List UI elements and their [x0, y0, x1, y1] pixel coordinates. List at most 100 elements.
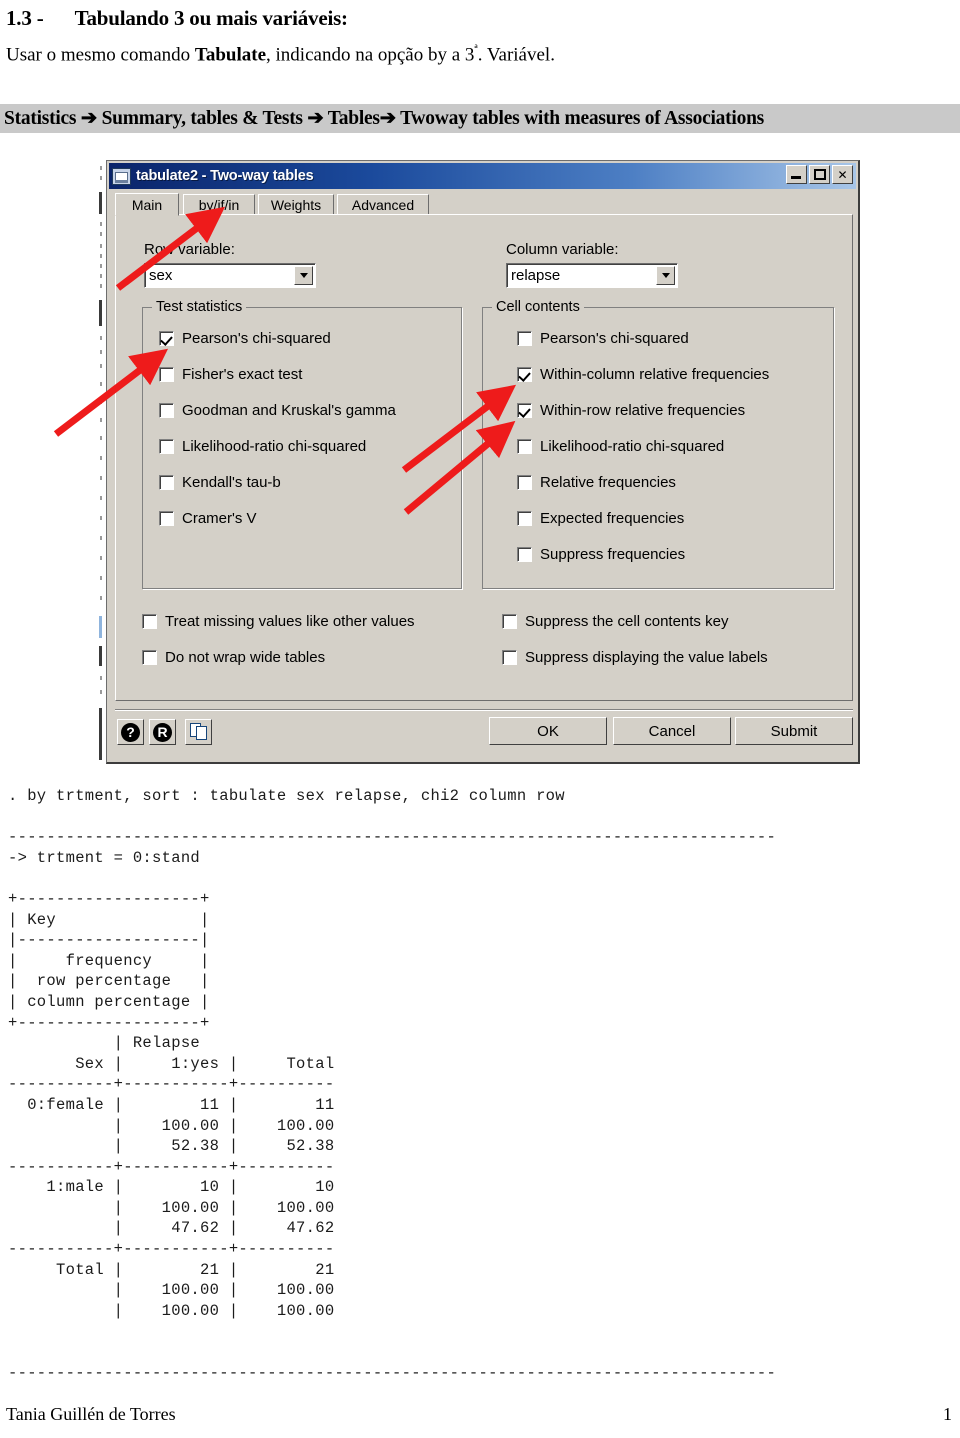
checkbox-label: Pearson's chi-squared: [182, 330, 331, 347]
checkbox-suppress-cell-contents-key[interactable]: Suppress the cell contents key: [502, 613, 728, 630]
checkbox-box-icon[interactable]: [159, 511, 174, 526]
dialog-button-bar: ? R OK Cancel Submit: [115, 709, 853, 755]
checkbox-treat-missing-values[interactable]: Treat missing values like other values: [142, 613, 415, 630]
checkbox-label: Within-row relative frequencies: [540, 402, 746, 419]
submit-button[interactable]: Submit: [735, 717, 853, 745]
checkbox-test-cramers-v[interactable]: Cramer's V: [159, 510, 257, 527]
stata-console-output: . by trtment, sort : tabulate sex relaps…: [8, 787, 777, 1382]
checkbox-cell-suppress-frequencies[interactable]: Suppress frequencies: [517, 546, 685, 563]
checkbox-box-icon[interactable]: [142, 650, 157, 665]
row-variable-value: sex: [149, 267, 173, 284]
checkbox-label: Cramer's V: [182, 510, 257, 527]
checkbox-box-icon[interactable]: [517, 547, 532, 562]
page-footer: Tania Guillén de Torres 1: [0, 1404, 960, 1428]
dialog-tabs: Main by/if/in Weights Advanced: [115, 193, 853, 216]
menu-path-banner: Statistics ➔ Summary, tables & Tests ➔ T…: [0, 104, 960, 133]
checkbox-box-icon[interactable]: [159, 475, 174, 490]
stata-dialog: tabulate2 - Two-way tables ✕ Main by/if/…: [98, 160, 860, 768]
column-variable-label: Column variable:: [506, 241, 619, 258]
minimize-icon[interactable]: [786, 165, 807, 184]
column-variable-combo[interactable]: relapse: [506, 263, 678, 288]
checkbox-label: Do not wrap wide tables: [165, 649, 326, 666]
checkbox-box-icon[interactable]: [502, 614, 517, 629]
checkbox-test-fishers-exact-test[interactable]: Fisher's exact test: [159, 366, 302, 383]
checkbox-test-goodman-kruskal-gamma[interactable]: Goodman and Kruskal's gamma: [159, 402, 396, 419]
row-variable-combo[interactable]: sex: [144, 263, 316, 288]
command-name: Tabulate: [194, 44, 267, 66]
cancel-button-label: Cancel: [648, 722, 696, 740]
checkbox-box-icon[interactable]: [517, 475, 532, 490]
checkbox-label: Suppress frequencies: [540, 546, 686, 563]
window-controls: ✕: [786, 165, 853, 184]
dialog-tab-body: Row variable: sex Column variable: relap…: [115, 214, 853, 701]
checkbox-box-icon[interactable]: [142, 614, 157, 629]
intro-text-after: . Variável.: [477, 44, 555, 66]
checkbox-label: Within-column relative frequencies: [540, 366, 770, 383]
help-button[interactable]: ?: [117, 719, 144, 745]
checkbox-label: Treat missing values like other values: [165, 613, 415, 630]
cancel-button[interactable]: Cancel: [613, 717, 731, 745]
checkbox-box-icon[interactable]: [517, 511, 532, 526]
tab-main[interactable]: Main: [115, 193, 179, 216]
checkbox-cell-pearson-chi-squared[interactable]: Pearson's chi-squared: [517, 330, 689, 347]
dialog-title: tabulate2 - Two-way tables: [136, 168, 314, 184]
intro-text-before: Usar o mesmo comando: [6, 44, 195, 66]
footer-author: Tania Guillén de Torres: [6, 1404, 176, 1424]
maximize-icon[interactable]: [809, 165, 830, 184]
ok-button[interactable]: OK: [489, 717, 607, 745]
checkbox-do-not-wrap-wide-tables[interactable]: Do not wrap wide tables: [142, 649, 325, 666]
checkbox-label: Likelihood-ratio chi-squared: [540, 438, 725, 455]
intro-paragraph: Usar o mesmo comando Tabulate, indicando…: [6, 42, 555, 66]
section-number: 1.3 -: [6, 6, 44, 30]
cell-contents-group: Cell contents Pearson's chi-squared With…: [482, 299, 834, 589]
submit-button-label: Submit: [770, 722, 818, 740]
checkbox-box-icon[interactable]: [159, 367, 174, 382]
tab-weights-label: Weights: [270, 197, 322, 213]
ok-button-label: OK: [537, 722, 559, 740]
column-variable-value: relapse: [511, 267, 561, 284]
checkbox-test-kendalls-tau-b[interactable]: Kendall's tau-b: [159, 474, 281, 491]
checkbox-suppress-value-labels[interactable]: Suppress displaying the value labels: [502, 649, 768, 666]
tab-advanced-label: Advanced: [351, 197, 415, 213]
checkbox-cell-within-row-relative-frequencies[interactable]: Within-row relative frequencies: [517, 402, 745, 419]
help-icon: ?: [121, 722, 140, 742]
tab-weights[interactable]: Weights: [258, 194, 334, 215]
checkbox-cell-likelihood-ratio-chi-squared[interactable]: Likelihood-ratio chi-squared: [517, 438, 724, 455]
checkbox-label: Kendall's tau-b: [182, 474, 281, 491]
checkbox-label: Suppress the cell contents key: [525, 613, 729, 630]
footer-page-number: 1: [943, 1404, 952, 1424]
checkbox-label: Likelihood-ratio chi-squared: [182, 438, 367, 455]
row-variable-label: Row variable:: [144, 241, 235, 258]
column-variable-chevron-down-icon[interactable]: [656, 266, 675, 285]
checkbox-box-icon[interactable]: [159, 331, 174, 346]
section-title: Tabulando 3 ou mais variáveis:: [74, 6, 348, 30]
checkbox-box-icon[interactable]: [159, 403, 174, 418]
copy-icon: [189, 723, 208, 741]
checkbox-cell-expected-frequencies[interactable]: Expected frequencies: [517, 510, 684, 527]
reset-button[interactable]: R: [149, 719, 176, 745]
row-variable-chevron-down-icon[interactable]: [294, 266, 313, 285]
test-statistics-group: Test statistics Pearson's chi-squared Fi…: [142, 299, 462, 589]
tab-by-if-in[interactable]: by/if/in: [183, 194, 255, 215]
checkbox-test-pearson-chi-squared[interactable]: Pearson's chi-squared: [159, 330, 331, 347]
checkbox-label: Suppress displaying the value labels: [525, 649, 768, 666]
divider: [115, 709, 853, 711]
checkbox-box-icon[interactable]: [517, 439, 532, 454]
close-icon[interactable]: ✕: [832, 165, 853, 184]
checkbox-box-icon[interactable]: [159, 439, 174, 454]
checkbox-cell-within-column-relative-frequencies[interactable]: Within-column relative frequencies: [517, 366, 769, 383]
checkbox-box-icon[interactable]: [502, 650, 517, 665]
checkbox-box-icon[interactable]: [517, 331, 532, 346]
copy-button[interactable]: [185, 719, 212, 745]
checkbox-test-likelihood-ratio-chi-squared[interactable]: Likelihood-ratio chi-squared: [159, 438, 366, 455]
checkbox-box-icon[interactable]: [517, 367, 532, 382]
tab-advanced[interactable]: Advanced: [337, 194, 429, 215]
checkbox-label: Fisher's exact test: [182, 366, 303, 383]
dialog-titlebar[interactable]: tabulate2 - Two-way tables ✕: [109, 163, 856, 189]
test-statistics-group-title: Test statistics: [152, 299, 247, 315]
checkbox-box-icon[interactable]: [517, 403, 532, 418]
section-heading: 1.3 - Tabulando 3 ou mais variáveis:: [6, 6, 348, 31]
intro-text-middle: , indicando na opção by a 3: [266, 44, 475, 66]
checkbox-label: Goodman and Kruskal's gamma: [182, 402, 396, 419]
checkbox-cell-relative-frequencies[interactable]: Relative frequencies: [517, 474, 676, 491]
